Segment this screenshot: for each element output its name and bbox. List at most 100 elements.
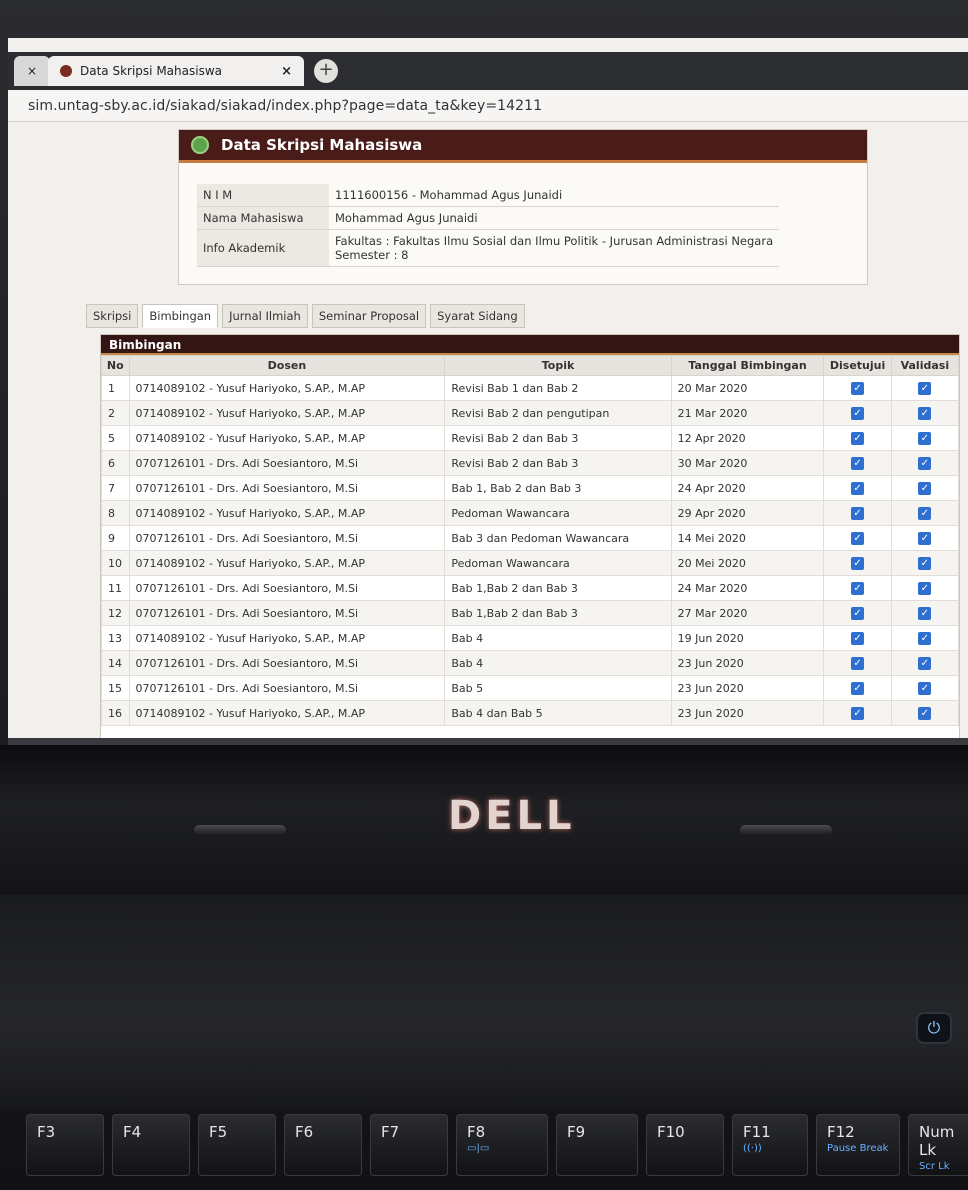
tab-close-icon[interactable]: ×: [281, 64, 292, 79]
key-f11[interactable]: F11 ((·)): [732, 1114, 808, 1176]
cell-dosen: 0707126101 - Drs. Adi Soesiantoro, M.Si: [128, 675, 446, 701]
tab-seminar-proposal[interactable]: Seminar Proposal: [311, 304, 427, 328]
dell-logo: DELL: [448, 793, 576, 839]
cell-no: 5: [101, 425, 130, 451]
tab-syarat-sidang[interactable]: Syarat Sidang: [430, 304, 525, 328]
key-f7[interactable]: F7: [370, 1114, 448, 1176]
col-header-no: No: [101, 355, 130, 376]
function-key-row: F3 F4 F5 F6 F7 F8 ▭|▭ F9 F10 F11 ((·)) F12 Pause Bre…: [0, 1106, 968, 1190]
laptop-deck: [0, 895, 968, 1110]
disetujui-checkbox-icon[interactable]: ✓: [851, 707, 865, 720]
table-header-row: No Dosen Topik Tanggal Bimbingan Disetuj…: [101, 355, 960, 376]
validasi-checkbox-icon[interactable]: ✓: [918, 407, 932, 420]
validasi-checkbox-icon[interactable]: ✓: [918, 457, 932, 470]
table-row: 7 0707126101 - Drs. Adi Soesiantoro, M.Si…: [101, 475, 960, 501]
power-button-icon[interactable]: ⏻: [916, 1012, 952, 1044]
key-num-lk[interactable]: Num Lk Scr Lk: [908, 1114, 968, 1176]
cell-validasi: ✓: [890, 375, 960, 401]
cell-no: 7: [101, 475, 130, 501]
cell-no: 11: [101, 575, 130, 601]
laptop-bezel: DELL: [0, 745, 968, 895]
tab-bimbingan[interactable]: Bimbingan: [142, 304, 219, 328]
cell-tanggal: 14 Mei 2020: [670, 525, 825, 551]
header-divider: [179, 160, 867, 163]
validasi-checkbox-icon[interactable]: ✓: [918, 382, 932, 395]
new-tab-button[interactable]: +: [314, 59, 338, 83]
cell-topik: Bab 4: [444, 625, 672, 651]
cell-topik: Revisi Bab 2 dan Bab 3: [444, 425, 672, 451]
disetujui-checkbox-icon[interactable]: ✓: [851, 507, 865, 520]
key-f10[interactable]: F10: [646, 1114, 724, 1176]
cell-tanggal: 21 Mar 2020: [670, 400, 825, 426]
akademik-value: Fakultas : Fakultas Ilmu Sosial dan Ilmu…: [329, 229, 780, 267]
tab-title: Data Skripsi Mahasiswa: [80, 64, 222, 78]
key-label: Num Lk: [919, 1123, 955, 1159]
cell-validasi: ✓: [890, 650, 960, 676]
key-f6[interactable]: F6: [284, 1114, 362, 1176]
disetujui-checkbox-icon[interactable]: ✓: [851, 407, 865, 420]
validasi-checkbox-icon[interactable]: ✓: [918, 582, 932, 595]
validasi-checkbox-icon[interactable]: ✓: [918, 507, 932, 520]
validasi-checkbox-icon[interactable]: ✓: [918, 632, 932, 645]
disetujui-checkbox-icon[interactable]: ✓: [851, 432, 865, 445]
bimbingan-table-body: 1 0714089102 - Yusuf Hariyoko, S.AP., M.A…: [101, 375, 960, 726]
disetujui-checkbox-icon[interactable]: ✓: [851, 457, 865, 470]
validasi-checkbox-icon[interactable]: ✓: [918, 557, 932, 570]
key-f5[interactable]: F5: [198, 1114, 276, 1176]
cell-dosen: 0714089102 - Yusuf Hariyoko, S.AP., M.AP: [128, 500, 446, 526]
table-row: 5 0714089102 - Yusuf Hariyoko, S.AP., M.A…: [101, 425, 960, 451]
table-row: 6 0707126101 - Drs. Adi Soesiantoro, M.Si…: [101, 450, 960, 476]
cell-tanggal: 20 Mar 2020: [670, 375, 825, 401]
tab-previous-close[interactable]: ×: [14, 56, 50, 86]
validasi-checkbox-icon[interactable]: ✓: [918, 682, 932, 695]
key-f4[interactable]: F4: [112, 1114, 190, 1176]
validasi-checkbox-icon[interactable]: ✓: [918, 432, 932, 445]
cell-tanggal: 19 Jun 2020: [670, 625, 825, 651]
disetujui-checkbox-icon[interactable]: ✓: [851, 382, 865, 395]
cell-disetujui: ✓: [823, 650, 892, 676]
cell-no: 2: [101, 400, 130, 426]
disetujui-checkbox-icon[interactable]: ✓: [851, 657, 865, 670]
monitor-screen: × Data Skripsi Mahasiswa × + sim.untag-s…: [8, 38, 968, 750]
cell-topik: Bab 1,Bab 2 dan Bab 3: [444, 600, 672, 626]
tab-skripsi[interactable]: Skripsi: [86, 304, 139, 328]
disetujui-checkbox-icon[interactable]: ✓: [851, 557, 865, 570]
key-f9[interactable]: F9: [556, 1114, 638, 1176]
key-f8[interactable]: F8 ▭|▭: [456, 1114, 548, 1176]
disetujui-checkbox-icon[interactable]: ✓: [851, 607, 865, 620]
key-f3[interactable]: F3: [26, 1114, 104, 1176]
cell-tanggal: 23 Jun 2020: [670, 700, 825, 726]
tab-jurnal-ilmiah[interactable]: Jurnal Ilmiah: [222, 304, 308, 328]
cell-disetujui: ✓: [823, 525, 892, 551]
cell-validasi: ✓: [890, 575, 960, 601]
col-header-topik: Topik: [444, 355, 672, 376]
validasi-checkbox-icon[interactable]: ✓: [918, 707, 932, 720]
key-label: F7: [381, 1123, 400, 1141]
tab-active[interactable]: Data Skripsi Mahasiswa ×: [48, 56, 304, 86]
validasi-checkbox-icon[interactable]: ✓: [918, 607, 932, 620]
validasi-checkbox-icon[interactable]: ✓: [918, 657, 932, 670]
cell-disetujui: ✓: [823, 600, 892, 626]
cell-dosen: 0714089102 - Yusuf Hariyoko, S.AP., M.AP: [128, 700, 446, 726]
disetujui-checkbox-icon[interactable]: ✓: [851, 632, 865, 645]
url-text[interactable]: sim.untag-sby.ac.id/siakad/siakad/index.…: [28, 98, 542, 114]
disetujui-checkbox-icon[interactable]: ✓: [851, 582, 865, 595]
address-bar[interactable]: sim.untag-sby.ac.id/siakad/siakad/index.…: [8, 90, 968, 122]
favicon-icon: [60, 65, 72, 77]
disetujui-checkbox-icon[interactable]: ✓: [851, 682, 865, 695]
cell-disetujui: ✓: [823, 575, 892, 601]
bimbingan-table: No Dosen Topik Tanggal Bimbingan Disetuj…: [101, 355, 960, 726]
col-header-tanggal: Tanggal Bimbingan: [670, 355, 825, 376]
cell-dosen: 0707126101 - Drs. Adi Soesiantoro, M.Si: [128, 650, 446, 676]
cell-validasi: ✓: [890, 700, 960, 726]
speaker-grille-left: [194, 825, 286, 835]
table-row: 9 0707126101 - Drs. Adi Soesiantoro, M.Si…: [101, 525, 960, 551]
disetujui-checkbox-icon[interactable]: ✓: [851, 532, 865, 545]
validasi-checkbox-icon[interactable]: ✓: [918, 532, 932, 545]
key-f12[interactable]: F12 Pause Break: [816, 1114, 900, 1176]
disetujui-checkbox-icon[interactable]: ✓: [851, 482, 865, 495]
validasi-checkbox-icon[interactable]: ✓: [918, 482, 932, 495]
cell-topik: Bab 3 dan Pedoman Wawancara: [444, 525, 672, 551]
key-label: F11: [743, 1123, 771, 1141]
bimbingan-panel: Bimbingan No Dosen Topik Tanggal Bimbing…: [100, 334, 960, 750]
